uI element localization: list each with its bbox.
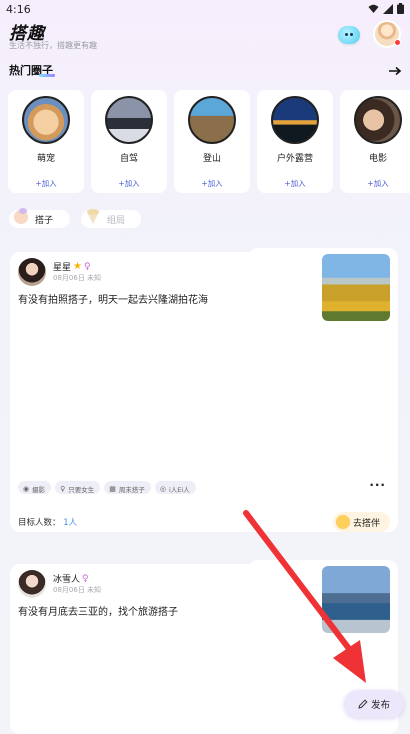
wifi-icon	[368, 4, 379, 13]
circle-image-driving	[105, 96, 153, 144]
battery-icon	[397, 3, 404, 14]
hot-circles-title: 热门圈子	[9, 64, 55, 77]
circle-join-button[interactable]: +加入	[91, 178, 167, 189]
calendar-icon: ▦	[109, 484, 116, 493]
filter-chip-group[interactable]: 组局	[81, 209, 141, 228]
circle-name: 萌宠	[36, 154, 55, 164]
post-tag: ◎ i人Ei人	[154, 481, 196, 494]
circle-join-button[interactable]: +加入	[8, 178, 84, 189]
circle-join-button[interactable]: +加入	[257, 178, 333, 189]
smile-face-icon	[336, 515, 350, 529]
camera-icon: ◉	[23, 484, 30, 493]
female-icon: ♀	[60, 484, 66, 493]
post-avatar[interactable]	[18, 570, 46, 598]
post-avatar[interactable]	[18, 258, 46, 286]
circle-name: 户外露营	[276, 154, 313, 164]
ai-assistant-icon[interactable]	[338, 26, 360, 44]
circle-card-hiking[interactable]: 登山 +加入	[174, 90, 250, 193]
status-bar: 4:16	[0, 0, 410, 20]
avatar[interactable]	[373, 20, 401, 48]
filter-chip-partner[interactable]: 搭子	[9, 208, 70, 228]
target-count: 目标人数： 1人	[18, 518, 78, 528]
post-card[interactable]: 冰雪人 ♀ 08月06日 未知 有没有月底去三亚的，找个旅游搭子	[10, 560, 398, 734]
title-underline	[39, 74, 55, 77]
circle-card-pets[interactable]: 萌宠 +加入	[8, 90, 84, 193]
circle-card-driving[interactable]: 自驾 +加入	[91, 90, 167, 193]
circle-join-button[interactable]: +加入	[340, 178, 410, 189]
post-author: 星星 ★ ♀	[53, 261, 91, 273]
post-image[interactable]	[322, 254, 390, 321]
gender-badge-icon: ♀	[82, 573, 89, 584]
people-icon: ◎	[159, 484, 166, 493]
arrow-right-icon[interactable]	[388, 64, 402, 80]
join-partner-button[interactable]: 去搭伴	[333, 512, 390, 532]
post-meta: 08月06日 未知	[53, 274, 102, 282]
more-options-icon[interactable]: ···	[369, 478, 386, 492]
hot-circles-list: 萌宠 +加入 自驾 +加入 登山 +加入 户外露营 +加入 电影 +加入	[8, 90, 410, 193]
gender-badge-icon: ♀	[83, 261, 91, 272]
circle-name: 登山	[202, 154, 221, 164]
status-time: 4:16	[6, 3, 31, 16]
post-tag: ◉ 摄影	[18, 481, 52, 494]
app-subtitle: 生活不独行，搭趣更有趣	[9, 41, 97, 50]
post-meta: 08月06日 未知	[53, 586, 102, 594]
post-image[interactable]	[322, 566, 390, 633]
notification-dot	[394, 39, 401, 46]
circle-name: 电影	[368, 154, 387, 164]
publish-button[interactable]: 发布	[344, 690, 404, 718]
post-author: 冰雪人 ♀	[53, 573, 89, 586]
circle-image-hiking	[188, 96, 236, 144]
circle-image-camping	[271, 96, 319, 144]
signal-icon	[383, 3, 393, 14]
circle-card-camping[interactable]: 户外露营 +加入	[257, 90, 333, 193]
circle-join-button[interactable]: +加入	[174, 178, 250, 189]
pencil-icon	[358, 699, 368, 709]
circle-card-movies[interactable]: 电影 +加入	[340, 90, 410, 193]
circle-image-movies	[354, 96, 402, 144]
star-badge-icon: ★	[73, 261, 82, 272]
post-tag: ♀ 只要女生	[55, 481, 101, 494]
post-card[interactable]: 星星 ★ ♀ 08月06日 未知 有没有拍照搭子，明天一起去兴隆湖拍花海 ◉ 摄影…	[10, 248, 398, 532]
circle-image-pets	[22, 96, 70, 144]
post-tag: ▦ 周末搭子	[104, 481, 151, 494]
post-text: 有没有拍照搭子，明天一起去兴隆湖拍花海	[18, 295, 208, 306]
hand-wave-icon	[14, 208, 28, 224]
cone-icon	[87, 209, 99, 224]
circle-name: 自驾	[119, 154, 138, 164]
post-tags: ◉ 摄影 ♀ 只要女生 ▦ 周末搭子 ◎ i人Ei人	[18, 481, 196, 494]
post-text: 有没有月底去三亚的，找个旅游搭子	[18, 607, 178, 618]
